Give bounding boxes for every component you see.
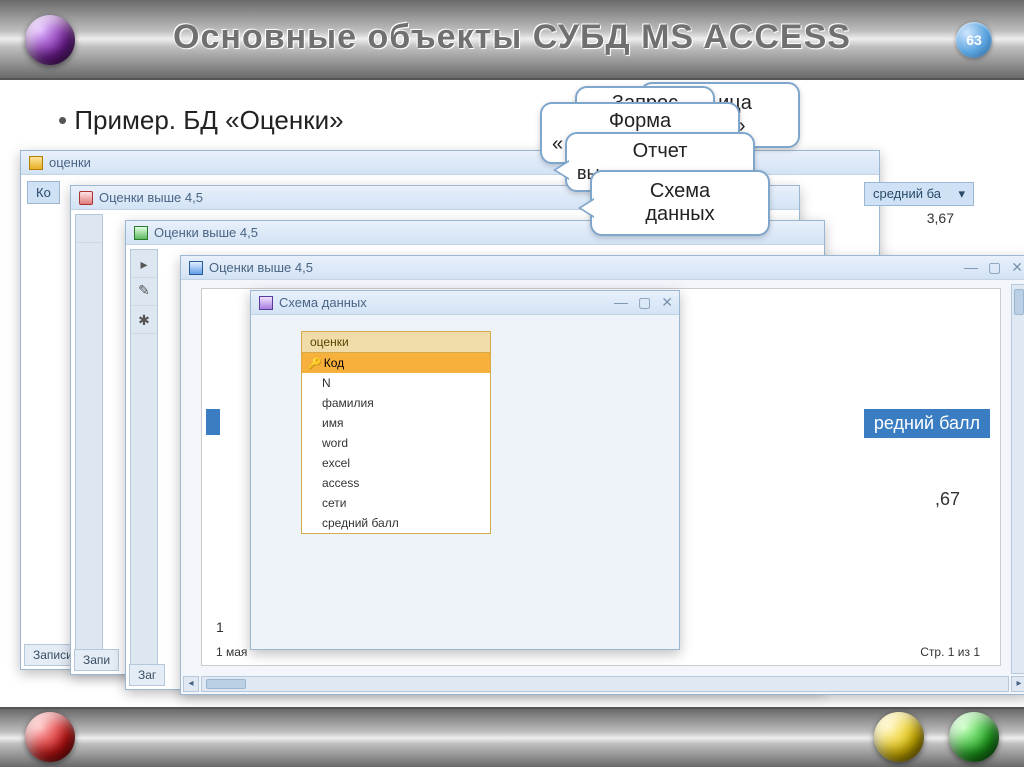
window-title: Оценки выше 4,5 <box>154 225 258 240</box>
titlebar-schema[interactable]: Схема данных — ▢ ✕ <box>251 291 679 315</box>
schema-table-ocenki[interactable]: оценки 🔑Код N фамилия имя word excel acc… <box>301 331 491 534</box>
window-schema[interactable]: Схема данных — ▢ ✕ оценки 🔑Код N фамилия… <box>250 290 680 650</box>
query-icon <box>79 191 93 205</box>
col-header-avg[interactable]: средний ба▾ <box>864 182 974 206</box>
row-marker-current[interactable]: ▸ <box>131 250 157 278</box>
primary-key-icon: 🔑 <box>308 358 322 370</box>
schema-field-row[interactable]: фамилия <box>302 393 490 413</box>
report-page-num: Стр. 1 из 1 <box>920 645 980 659</box>
schema-field-row[interactable]: сети <box>302 493 490 513</box>
bubble-text: данных <box>645 203 714 225</box>
deco-sphere-red <box>25 712 75 762</box>
bottom-bar <box>0 707 1024 767</box>
bubble-text: Отчет <box>633 140 688 162</box>
slide-content: Пример. БД «Оценки» оценки Ко Записи сре… <box>20 90 1004 697</box>
schema-field-row[interactable]: N <box>302 373 490 393</box>
bubble-text: Схема <box>650 180 710 202</box>
report-date: 1 мая <box>216 645 247 659</box>
report-icon <box>189 261 203 275</box>
report-band-avg: редний балл <box>864 409 990 438</box>
col-header-avg-label: средний ба <box>873 186 941 201</box>
scrollbar-thumb[interactable] <box>206 679 246 689</box>
report-band-left-frag <box>206 409 220 435</box>
maximize-icon[interactable]: ▢ <box>988 259 1001 276</box>
window-controls[interactable]: — ▢ ✕ <box>964 259 1023 276</box>
close-icon[interactable]: ✕ <box>661 294 673 311</box>
bullet-example: Пример. БД «Оценки» <box>80 105 344 136</box>
schema-field-row[interactable]: 🔑Код <box>302 353 490 373</box>
schema-table-header[interactable]: оценки <box>302 332 490 353</box>
row-selector-strip[interactable]: ▸ ✎ ✱ <box>130 249 158 685</box>
window-title: Схема данных <box>279 295 367 310</box>
titlebar-report[interactable]: Оценки выше 4,5 — ▢ ✕ <box>181 256 1024 280</box>
bubble-text: « <box>552 133 563 156</box>
scrollbar-vertical[interactable] <box>1011 284 1024 674</box>
minimize-icon[interactable]: — <box>614 294 628 311</box>
report-row-num: 1 <box>216 619 224 635</box>
window-controls[interactable]: — ▢ ✕ <box>614 294 673 311</box>
scrollbar-thumb[interactable] <box>1014 289 1024 315</box>
bubble-schema-dannyh: Схема данных <box>590 170 770 236</box>
bubble-tail <box>553 160 569 180</box>
bubble-tail <box>578 198 594 218</box>
cell-value-367: 3,67 <box>927 210 954 226</box>
form-icon <box>134 226 148 240</box>
schema-field-label: Код <box>324 356 344 370</box>
row-marker-new[interactable]: ✱ <box>131 306 157 334</box>
window-title: оценки <box>49 155 91 170</box>
row-marker-edit[interactable]: ✎ <box>131 278 157 306</box>
table-icon <box>29 156 43 170</box>
maximize-icon[interactable]: ▢ <box>638 294 651 311</box>
scrollbar-horizontal[interactable] <box>201 676 1009 692</box>
window-title: Оценки выше 4,5 <box>209 260 313 275</box>
schema-field-row[interactable]: word <box>302 433 490 453</box>
deco-sphere-yellow <box>874 712 924 762</box>
row-selector-strip[interactable] <box>75 214 103 670</box>
schema-field-row[interactable]: средний балл <box>302 513 490 533</box>
schema-field-row[interactable]: access <box>302 473 490 493</box>
schema-field-row[interactable]: excel <box>302 453 490 473</box>
scroll-right-icon[interactable]: ▸ <box>1011 676 1024 692</box>
record-nav[interactable]: Заг <box>129 664 165 686</box>
record-nav[interactable]: Запи <box>74 649 119 671</box>
slide-title: Основные объекты СУБД MS ACCESS <box>0 18 1024 57</box>
schema-icon <box>259 296 273 310</box>
bubble-text: Форма <box>609 110 671 132</box>
schema-field-row[interactable]: имя <box>302 413 490 433</box>
row-selector[interactable] <box>76 215 102 243</box>
col-header-fragment: Ко <box>27 181 60 204</box>
window-title: Оценки выше 4,5 <box>99 190 203 205</box>
report-value-367: ,67 <box>935 489 960 510</box>
scroll-left-icon[interactable]: ◂ <box>183 676 199 692</box>
close-icon[interactable]: ✕ <box>1011 259 1023 276</box>
minimize-icon[interactable]: — <box>964 259 978 276</box>
deco-sphere-green <box>949 712 999 762</box>
